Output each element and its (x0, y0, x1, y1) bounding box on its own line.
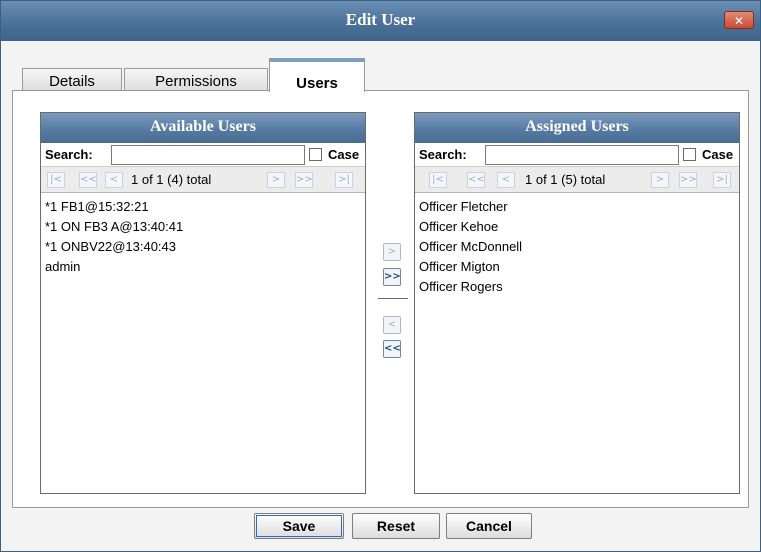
assigned-pager: |< << < 1 of 1 (5) total > >> >| (415, 167, 739, 193)
list-item[interactable]: Officer Migton (419, 257, 735, 277)
assigned-search-label: Search: (419, 147, 467, 162)
available-case-label: Case (328, 147, 360, 162)
save-button[interactable]: Save (254, 513, 344, 539)
list-item[interactable]: Officer McDonnell (419, 237, 735, 257)
reset-button[interactable]: Reset (352, 513, 440, 539)
next-set-icon[interactable]: >> (295, 172, 313, 188)
tab-users-label: Users (296, 75, 338, 92)
prev-page-icon[interactable]: < (105, 172, 123, 188)
prev-set-icon[interactable]: << (79, 172, 97, 188)
save-button-label: Save (256, 515, 342, 537)
next-page-icon[interactable]: > (267, 172, 285, 188)
assigned-users-list: Officer Fletcher Officer Kehoe Officer M… (415, 193, 739, 301)
first-page-icon[interactable]: |< (429, 172, 447, 188)
list-item[interactable]: *1 FB1@15:32:21 (45, 197, 361, 217)
available-case-checkbox[interactable] (309, 148, 322, 161)
add-selected-icon[interactable]: > (383, 243, 401, 261)
list-item[interactable]: *1 ONBV22@13:40:43 (45, 237, 361, 257)
tab-users[interactable]: Users (269, 58, 365, 92)
tab-permissions-label: Permissions (155, 73, 237, 90)
assigned-pager-text: 1 of 1 (5) total (525, 172, 606, 187)
assigned-search-input[interactable] (485, 145, 679, 165)
list-item[interactable]: Officer Fletcher (419, 197, 735, 217)
tab-details-label: Details (49, 73, 95, 90)
list-item[interactable]: Officer Kehoe (419, 217, 735, 237)
cancel-button[interactable]: Cancel (446, 513, 532, 539)
remove-selected-icon[interactable]: < (383, 316, 401, 334)
assigned-users-box: Assigned Users Search: Case |< << < 1 of… (414, 112, 740, 494)
available-pager: |< << < 1 of 1 (4) total > >> >| (41, 167, 365, 193)
first-page-icon[interactable]: |< (47, 172, 65, 188)
assigned-users-header: Assigned Users (415, 113, 739, 143)
assigned-case-label: Case (702, 147, 734, 162)
list-item[interactable]: Officer Rogers (419, 277, 735, 297)
close-button[interactable]: ✕ (724, 11, 754, 29)
available-pager-text: 1 of 1 (4) total (131, 172, 212, 187)
list-item[interactable]: *1 ON FB3 A@13:40:41 (45, 217, 361, 237)
available-users-box: Available Users Search: Case |< << < 1 o… (40, 112, 366, 494)
last-page-icon[interactable]: >| (713, 172, 731, 188)
prev-set-icon[interactable]: << (467, 172, 485, 188)
prev-page-icon[interactable]: < (497, 172, 515, 188)
available-search-input[interactable] (111, 145, 305, 165)
close-icon: ✕ (733, 14, 745, 28)
available-users-list: *1 FB1@15:32:21 *1 ON FB3 A@13:40:41 *1 … (41, 193, 365, 281)
tab-details[interactable]: Details (22, 68, 122, 92)
available-search-label: Search: (45, 147, 93, 162)
next-set-icon[interactable]: >> (679, 172, 697, 188)
add-all-icon[interactable]: >> (383, 268, 401, 286)
tab-permissions[interactable]: Permissions (124, 68, 268, 92)
available-users-header: Available Users (41, 113, 365, 143)
mover-divider (378, 298, 408, 299)
dialog-title-bar: Edit User ✕ (1, 1, 760, 41)
last-page-icon[interactable]: >| (335, 172, 353, 188)
available-search-row: Search: Case (41, 143, 365, 167)
assigned-search-row: Search: Case (415, 143, 739, 167)
dialog-title: Edit User (345, 10, 416, 29)
next-page-icon[interactable]: > (651, 172, 669, 188)
remove-all-icon[interactable]: << (383, 340, 401, 358)
list-item[interactable]: admin (45, 257, 361, 277)
assigned-case-checkbox[interactable] (683, 148, 696, 161)
